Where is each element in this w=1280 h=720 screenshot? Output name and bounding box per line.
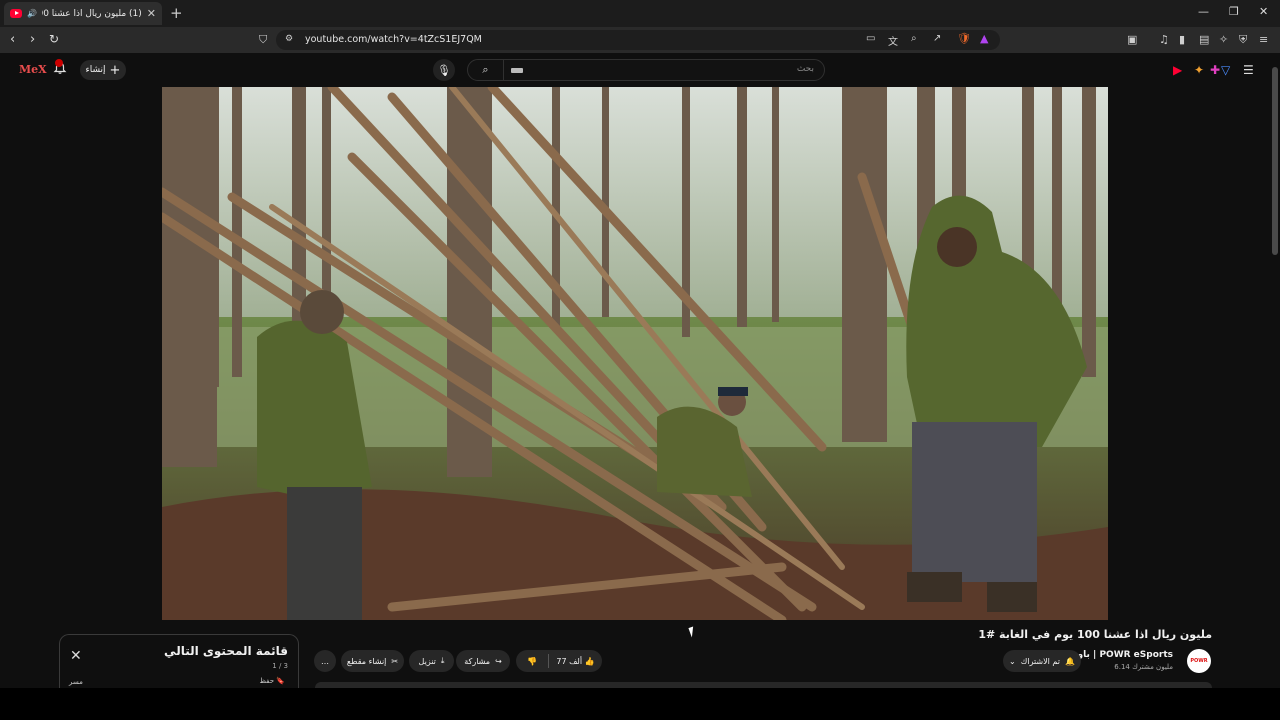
video-title: مليون ريال اذا عشنا 100 يوم في الغابة #1: [978, 628, 1212, 641]
ai-icon[interactable]: ✧: [1219, 33, 1228, 46]
browser-tab-active[interactable]: 🔊 (1) مليون ريال اذا عشنا 100 يو… ✕: [4, 2, 162, 25]
keyboard-icon[interactable]: [511, 68, 523, 73]
rewards-icon[interactable]: ▲: [980, 32, 988, 45]
like-dislike-group: 👎 77 ألف 👍: [516, 650, 602, 672]
save-label: حفظ: [259, 677, 275, 685]
page-scrollbar[interactable]: [1270, 53, 1280, 688]
forward-icon[interactable]: ›: [30, 32, 35, 47]
cast-icon[interactable]: ▭: [866, 33, 875, 44]
create-label: إنشاء: [85, 65, 106, 75]
playlist-title: قائمة المحتوى التالي: [164, 644, 288, 658]
translate-icon[interactable]: 文: [888, 33, 898, 48]
tab-title: (1) مليون ريال اذا عشنا 100 يو…: [42, 8, 142, 19]
share-label: مشاركة: [464, 656, 491, 666]
clip-button[interactable]: إنشاء مقطع ✂: [341, 650, 404, 672]
notification-badge: [55, 59, 63, 67]
download-label: تنزيل: [418, 656, 436, 666]
media-icon[interactable]: ♫: [1159, 33, 1169, 46]
extension-icon-2[interactable]: ✚: [1210, 63, 1220, 77]
chevron-down-icon: ⌄: [1009, 656, 1016, 666]
channel-name[interactable]: باور | POWR eSports: [1072, 650, 1173, 660]
share-icon: ↪: [495, 656, 502, 666]
minimize-button[interactable]: —: [1198, 5, 1209, 18]
search-input[interactable]: بحث: [797, 64, 814, 74]
bell-icon: 🔔: [1064, 656, 1075, 666]
playlist-panel: ✕ قائمة المحتوى التالي 1 / 3 حفظ 🔖 مسر: [59, 634, 299, 688]
zoom-icon[interactable]: ⌕: [911, 33, 917, 44]
window-close-button[interactable]: ✕: [1259, 5, 1268, 18]
dislike-button[interactable]: 👎: [516, 657, 548, 666]
reload-icon[interactable]: ↻: [49, 32, 59, 46]
more-actions-button[interactable]: …: [314, 650, 336, 672]
youtube-icon[interactable]: ▶: [1173, 63, 1182, 77]
channel-avatar[interactable]: POWR: [1187, 649, 1211, 673]
browser-toolbar: ‹ › ↻ ⛉ ⚙ youtube.com/watch?v=4tZcS1EJ7Q…: [0, 27, 1280, 53]
subscriber-count: 6.14 مليون مشترك: [1114, 663, 1173, 671]
wallet-icon[interactable]: ▤: [1199, 33, 1209, 46]
back-icon[interactable]: ‹: [10, 32, 15, 47]
subscribed-button[interactable]: ⌄ تم الاشتراك 🔔: [1003, 650, 1081, 672]
restore-button[interactable]: ❐: [1229, 5, 1239, 18]
new-tab-button[interactable]: +: [170, 4, 183, 22]
search-box[interactable]: ⌕ بحث: [467, 59, 825, 81]
tab-close-icon[interactable]: ✕: [147, 7, 156, 20]
more-icon: …: [321, 656, 329, 666]
extension-icon-3[interactable]: ▽: [1221, 63, 1230, 77]
share-button[interactable]: مشاركة ↪: [456, 650, 510, 672]
youtube-favicon-icon: [10, 9, 22, 18]
bottom-band: [0, 688, 1280, 720]
playlist-next-label: مسر: [69, 678, 83, 686]
youtube-header: MeX إنشاء + 🎙 ⌕ بحث ▶ ✦ ✚ ▽ ☰: [0, 53, 1280, 87]
video-frame-image: [162, 87, 1108, 620]
like-count: 77 ألف: [556, 656, 583, 666]
subscribed-label: تم الاشتراك: [1020, 656, 1060, 666]
download-button[interactable]: تنزيل ⤓: [409, 650, 454, 672]
browser-tab-bar: 🔊 (1) مليون ريال اذا عشنا 100 يو… ✕ + — …: [0, 0, 1280, 27]
menu-icon[interactable]: ≡: [1259, 33, 1268, 46]
hamburger-menu-icon[interactable]: ☰: [1243, 63, 1254, 77]
voice-search-icon[interactable]: 🎙: [433, 59, 455, 81]
playlist-save-button[interactable]: حفظ 🔖: [260, 677, 285, 685]
create-button[interactable]: إنشاء +: [80, 60, 126, 80]
sidebar-toggle-icon[interactable]: ▣: [1127, 33, 1137, 46]
video-player[interactable]: [162, 87, 1108, 620]
vpn-icon[interactable]: ⛨: [1239, 33, 1247, 47]
share-page-icon[interactable]: ↗: [933, 33, 941, 44]
download-icon: ⤓: [440, 656, 445, 665]
video-info-area: مليون ريال اذا عشنا 100 يوم في الغابة #1…: [0, 620, 1270, 688]
search-icon[interactable]: ⌕: [468, 60, 504, 80]
panel-icon[interactable]: ▮: [1179, 33, 1185, 46]
site-info-icon[interactable]: ⚙: [285, 34, 293, 44]
channel-logo[interactable]: MeX: [19, 63, 47, 76]
bookmark-icon[interactable]: ⛉: [259, 33, 267, 47]
plus-icon: +: [109, 62, 121, 78]
brave-shield-icon[interactable]: 🛡: [957, 32, 971, 45]
url-text: youtube.com/watch?v=4tZcS1EJ7QM: [305, 34, 482, 45]
address-bar[interactable]: ⚙ youtube.com/watch?v=4tZcS1EJ7QM ▭ 文 ⌕ …: [276, 30, 1000, 50]
clip-label: إنشاء مقطع: [346, 656, 387, 666]
speaker-icon[interactable]: 🔊: [27, 9, 37, 18]
extension-icon-1[interactable]: ✦: [1194, 63, 1204, 77]
playlist-count: 1 / 3: [272, 662, 288, 670]
scissors-icon: ✂: [391, 656, 399, 666]
close-playlist-icon[interactable]: ✕: [70, 648, 82, 664]
like-button[interactable]: 77 ألف 👍: [549, 657, 602, 666]
scrollbar-thumb[interactable]: [1272, 67, 1278, 255]
